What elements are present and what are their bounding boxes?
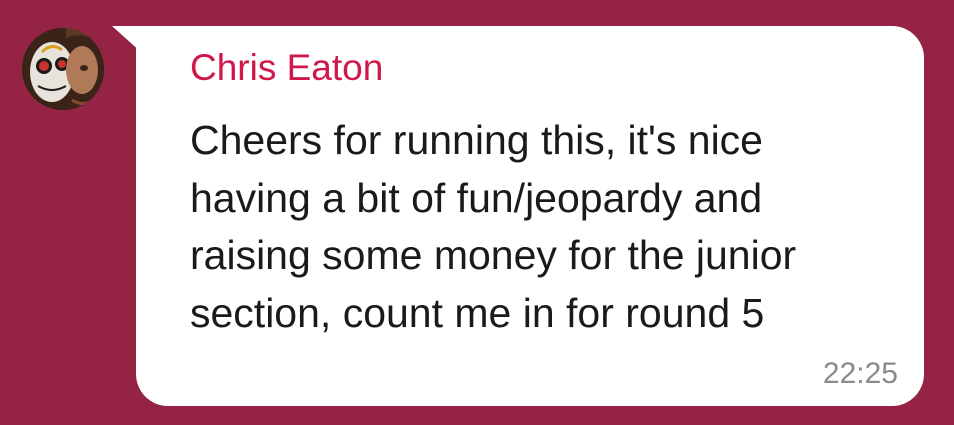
message-text-line: having a bit of fun/jeopardy and xyxy=(190,174,763,221)
message-text-line: section, count me in for round 5 xyxy=(190,289,765,336)
sender-name[interactable]: Chris Eaton xyxy=(190,46,383,90)
message-bubble[interactable]: Chris Eaton Cheers for running this, it'… xyxy=(112,26,924,406)
message-bubble-body: Chris Eaton Cheers for running this, it'… xyxy=(136,26,924,406)
avatar[interactable] xyxy=(22,28,104,110)
message-text-line: Cheers for running this, it's nice xyxy=(190,117,763,163)
avatar-image xyxy=(22,28,104,110)
message-text: Cheers for running this, it's nice havin… xyxy=(190,112,910,342)
message-timestamp: 22:25 xyxy=(822,357,898,390)
message-text-line: raising some money for the junior xyxy=(190,232,797,278)
